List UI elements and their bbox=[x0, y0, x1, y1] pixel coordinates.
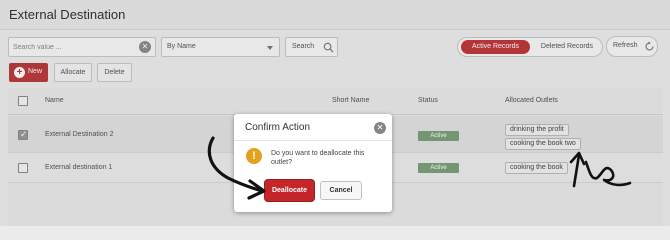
dialog-divider bbox=[234, 140, 392, 141]
warning-icon: ! bbox=[246, 148, 262, 164]
confirm-dialog: Confirm Action ✕ ! Do you want to deallo… bbox=[234, 114, 392, 212]
dialog-message: Do you want to deallocate this outlet? bbox=[271, 150, 365, 166]
cancel-button[interactable]: Cancel bbox=[320, 181, 362, 200]
dialog-title: Confirm Action bbox=[245, 122, 311, 133]
deallocate-button[interactable]: Deallocate bbox=[265, 180, 314, 201]
close-icon[interactable]: ✕ bbox=[374, 122, 386, 134]
